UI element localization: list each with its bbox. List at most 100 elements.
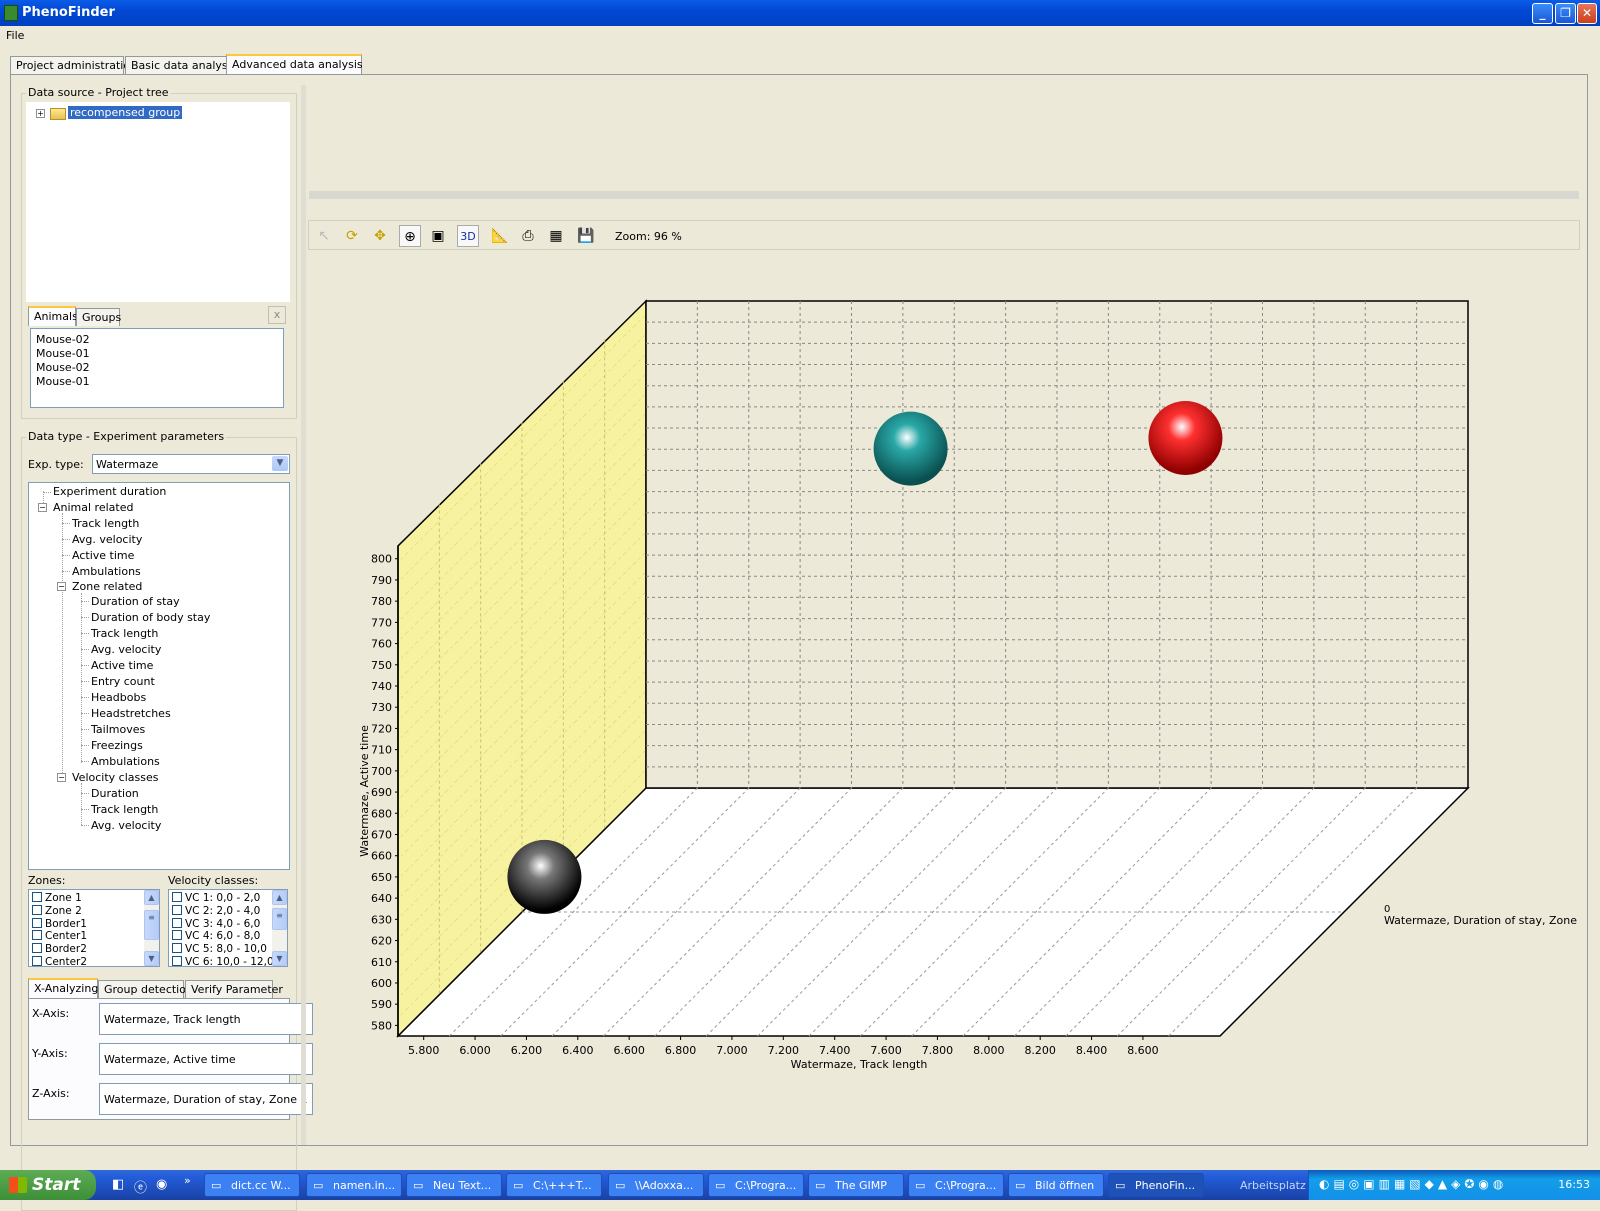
- tree-root-node[interactable]: recompensed group: [68, 106, 183, 119]
- checkbox[interactable]: [32, 904, 42, 915]
- tree-node[interactable]: Track length: [91, 627, 158, 640]
- checkbox[interactable]: [32, 956, 42, 966]
- tab-verify-parameter[interactable]: Verify Parameter: [185, 980, 283, 998]
- tree-node[interactable]: Animal related: [53, 501, 133, 514]
- tab-groups[interactable]: Groups: [76, 308, 121, 326]
- velocity-class-checkbox-item[interactable]: VC 6: 10,0 - 12,0: [172, 956, 274, 966]
- velocity-class-checkbox-item[interactable]: VC 1: 0,0 - 2,0: [172, 892, 260, 904]
- tree-node[interactable]: Tailmoves: [91, 723, 145, 736]
- tree-node[interactable]: Active time: [91, 659, 153, 672]
- tree-node[interactable]: Headstretches: [91, 707, 171, 720]
- velocity-class-checkbox-item[interactable]: VC 3: 4,0 - 6,0: [172, 917, 260, 930]
- taskbar-task[interactable]: ▭ The GIMP: [808, 1173, 904, 1197]
- taskbar-task[interactable]: ▭ namen.in...: [306, 1173, 402, 1197]
- tree-node[interactable]: Headbobs: [91, 691, 146, 704]
- 3d-toggle-button[interactable]: 3D: [457, 225, 479, 247]
- animals-list[interactable]: Mouse-02 Mouse-01 Mouse-02 Mouse-01: [30, 328, 284, 408]
- velocity-classes-list[interactable]: VC 1: 0,0 - 2,0 VC 2: 2,0 - 4,0 VC 3: 4,0 …: [168, 889, 288, 967]
- tab-group-detection[interactable]: Group detection: [98, 980, 193, 998]
- expand-icon[interactable]: +: [36, 109, 45, 118]
- scroll-down-icon[interactable]: ▼: [272, 951, 287, 966]
- rotate-icon[interactable]: ⟳: [341, 225, 363, 247]
- checkbox[interactable]: [172, 892, 182, 902]
- checkbox[interactable]: [32, 917, 42, 928]
- velocity-class-checkbox-item[interactable]: VC 2: 2,0 - 4,0: [172, 904, 260, 917]
- start-button[interactable]: Start: [0, 1170, 96, 1200]
- close-button[interactable]: ✕: [1577, 3, 1597, 24]
- tree-node[interactable]: Experiment duration: [53, 485, 166, 498]
- scroll-up-icon[interactable]: ▲: [144, 890, 159, 905]
- scatter-3d-chart[interactable]: 580 590 600 610 620 630 640 650 660 670 680 690 700 7…: [308, 171, 1587, 1136]
- minimize-button[interactable]: _: [1532, 3, 1553, 24]
- tray-icons[interactable]: ◐▤◎▣▥▦▧◆▲◈✪◉◍: [1319, 1177, 1507, 1191]
- zones-list[interactable]: Zone 1 Zone 2 Border1 Center1 Border2 Center2…: [28, 889, 160, 967]
- tab-basic-data-analysis[interactable]: Basic data analysis: [125, 56, 236, 74]
- scroll-down-icon[interactable]: ▼: [144, 951, 159, 966]
- list-item[interactable]: Mouse-01: [36, 375, 90, 388]
- list-item[interactable]: Mouse-02: [36, 333, 90, 346]
- y-axis-field[interactable]: Watermaze, Active time: [99, 1043, 313, 1075]
- checkbox[interactable]: [32, 943, 42, 954]
- save-icon[interactable]: 💾: [575, 225, 597, 247]
- axis-edit-icon[interactable]: 📐: [489, 225, 511, 247]
- checkbox[interactable]: [32, 892, 42, 902]
- tree-node[interactable]: Avg. velocity: [91, 643, 161, 656]
- zone-checkbox-item[interactable]: Zone 2: [32, 904, 82, 917]
- tree-node[interactable]: Freezings: [91, 739, 143, 752]
- checkbox[interactable]: [172, 956, 182, 966]
- chevron-down-icon[interactable]: ▼: [272, 456, 288, 471]
- chart-area[interactable]: 580 590 600 610 620 630 640 650 660 670 680 690 700 7…: [308, 171, 1587, 1136]
- splitter[interactable]: [309, 191, 1579, 199]
- x-axis-field[interactable]: Watermaze, Track length: [99, 1003, 313, 1035]
- arbeitsplatz-toolbar[interactable]: Arbeitsplatz: [1240, 1179, 1306, 1192]
- maximize-button[interactable]: ❐: [1555, 3, 1576, 24]
- taskbar-task[interactable]: ▭ C:\Progra...: [708, 1173, 804, 1197]
- scroll-thumb[interactable]: ≡: [272, 908, 287, 930]
- taskbar-task[interactable]: ▭ PhenoFin...: [1108, 1173, 1204, 1197]
- print-icon[interactable]: ⎙: [517, 225, 539, 247]
- close-panel-icon[interactable]: x: [268, 306, 286, 324]
- tree-node[interactable]: Velocity classes: [72, 771, 158, 784]
- tree-node[interactable]: Duration of stay: [91, 595, 180, 608]
- tree-node[interactable]: Active time: [72, 549, 134, 562]
- tree-node[interactable]: Avg. velocity: [91, 819, 161, 832]
- menu-file[interactable]: File: [6, 29, 24, 42]
- browser-icon[interactable]: ⓔ: [134, 1177, 147, 1196]
- page-icon[interactable]: ▣: [427, 225, 449, 247]
- tree-node[interactable]: Entry count: [91, 675, 155, 688]
- pointer-icon[interactable]: ↖: [313, 225, 335, 247]
- collapse-icon[interactable]: −: [57, 582, 66, 591]
- zone-checkbox-item[interactable]: Border2: [32, 943, 87, 955]
- taskbar-task[interactable]: ▭ Neu Text...: [406, 1173, 502, 1197]
- taskbar-task[interactable]: ▭ Bild öffnen: [1008, 1173, 1104, 1197]
- zone-checkbox-item[interactable]: Center1: [32, 930, 87, 942]
- list-item[interactable]: Mouse-02: [36, 361, 90, 374]
- tree-node[interactable]: Ambulations: [91, 755, 160, 768]
- z-axis-field[interactable]: Watermaze, Duration of stay, Zone 1: [99, 1083, 313, 1115]
- tree-node[interactable]: Track length: [72, 517, 139, 530]
- collapse-icon[interactable]: −: [38, 503, 47, 512]
- zones-scrollbar[interactable]: ▲ ≡ ▼: [144, 890, 159, 966]
- tree-node[interactable]: Avg. velocity: [72, 533, 142, 546]
- velocity-class-checkbox-item[interactable]: VC 5: 8,0 - 10,0: [172, 943, 267, 955]
- tab-advanced-data-analysis[interactable]: Advanced data analysis: [226, 54, 363, 75]
- parameter-tree[interactable]: Experiment duration − Animal related Tra…: [28, 482, 290, 870]
- checkbox[interactable]: [172, 904, 182, 915]
- tree-node[interactable]: Track length: [91, 803, 158, 816]
- media-icon[interactable]: ◉: [156, 1177, 167, 1192]
- tree-node[interactable]: Zone related: [72, 580, 142, 593]
- taskbar-task[interactable]: ▭ C:\+++T...: [506, 1173, 602, 1197]
- list-item[interactable]: Mouse-01: [36, 347, 90, 360]
- expand-quicklaunch-icon[interactable]: »: [184, 1174, 191, 1187]
- taskbar-task[interactable]: ▭ C:\Progra...: [908, 1173, 1004, 1197]
- zone-checkbox-item[interactable]: Center2: [32, 956, 87, 966]
- tab-animals[interactable]: Animals: [28, 306, 78, 326]
- move-icon[interactable]: ✥: [369, 225, 391, 247]
- tab-x-analyzing[interactable]: X-Analyzing: [28, 978, 98, 998]
- zoom-icon[interactable]: ⊕: [399, 225, 421, 247]
- checkbox[interactable]: [172, 917, 182, 928]
- vertical-splitter[interactable]: [301, 85, 306, 1145]
- collapse-icon[interactable]: −: [57, 773, 66, 782]
- checkbox[interactable]: [32, 930, 42, 941]
- velocity-scrollbar[interactable]: ▲ ≡ ▼: [272, 890, 287, 966]
